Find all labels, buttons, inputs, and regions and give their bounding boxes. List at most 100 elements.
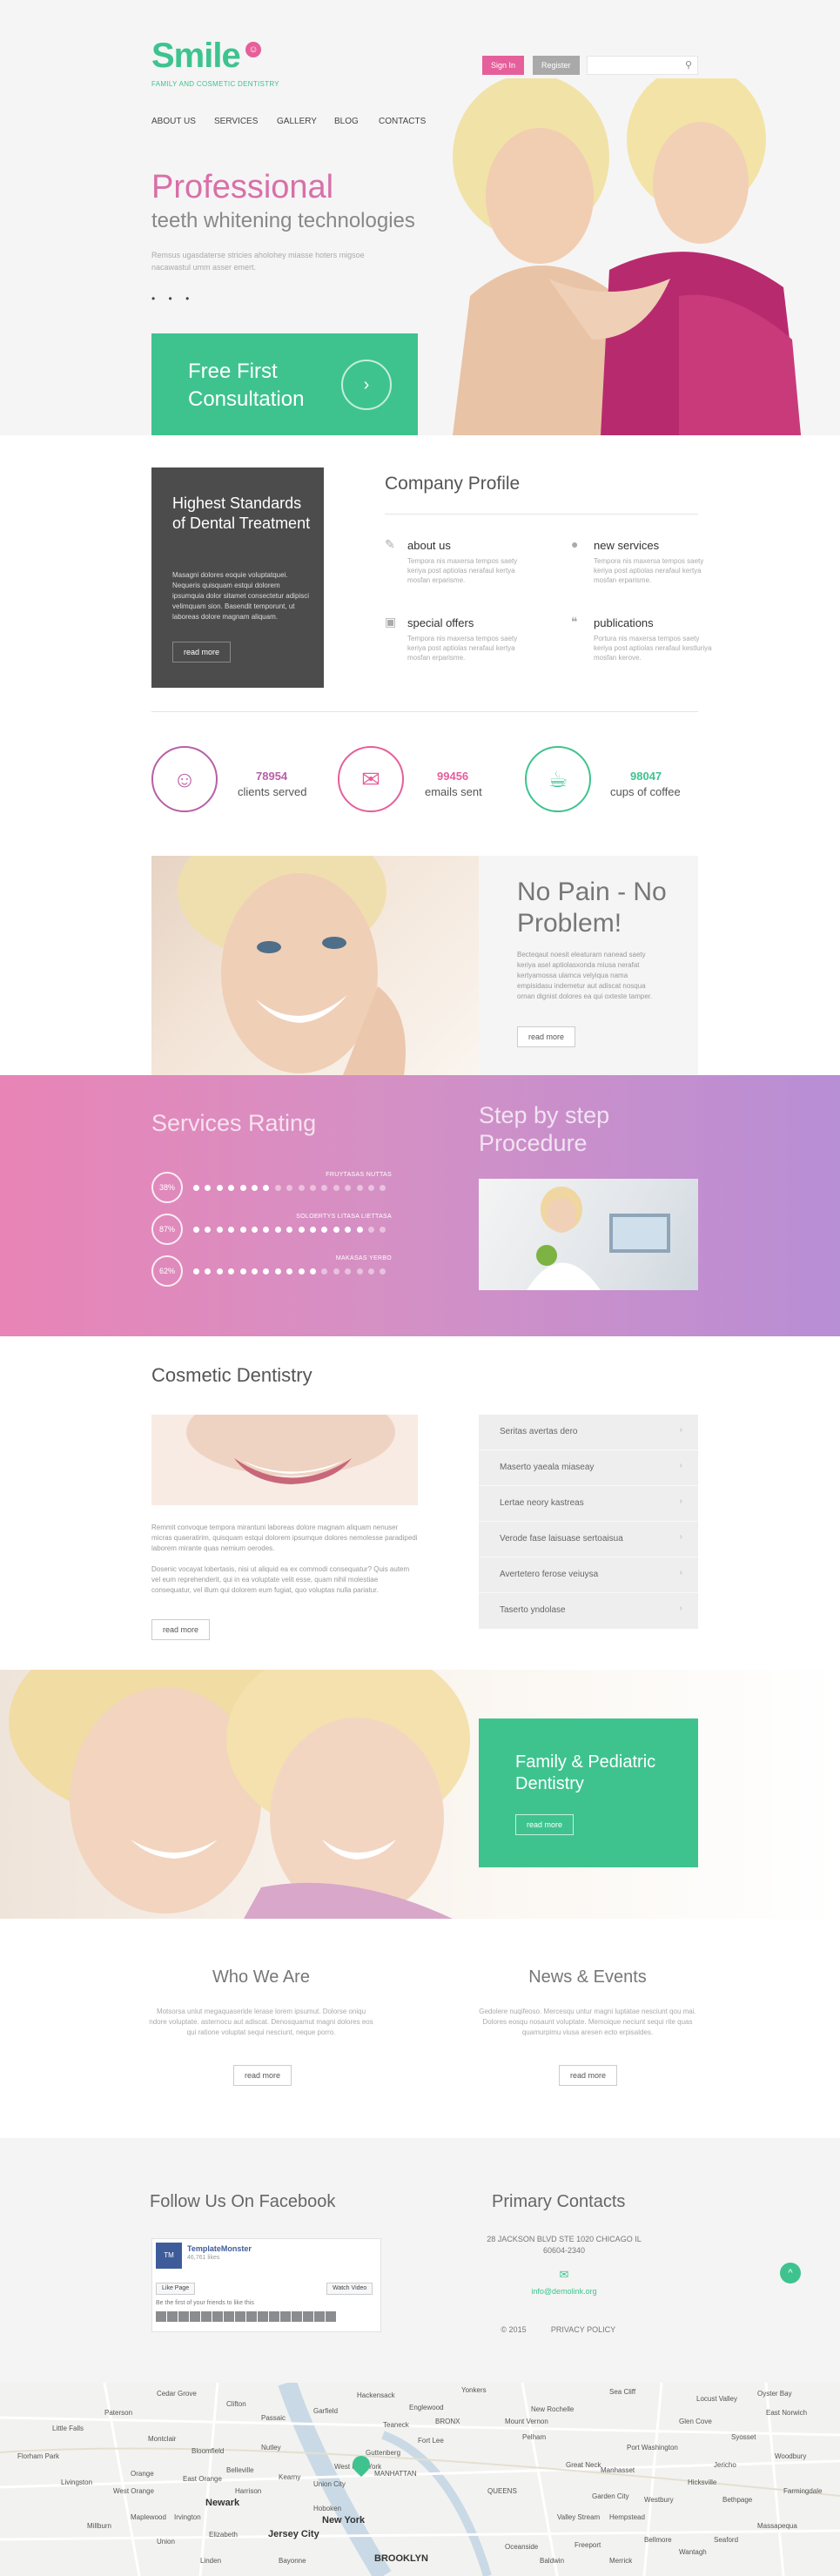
accordion-item[interactable]: Seritas avertas dero › (479, 1415, 698, 1450)
rating-dots (193, 1268, 392, 1277)
map-label: Little Falls (52, 2425, 84, 2432)
standards-read-more-button[interactable]: read more (172, 642, 232, 662)
stat-number: 78954 (256, 770, 288, 783)
rating-dot (368, 1227, 374, 1233)
facebook-widget[interactable]: TM TemplateMonster 46,761 likes Like Pag… (151, 2238, 381, 2332)
accordion-label: Avertetero ferose veiuysa (500, 1570, 599, 1579)
register-button[interactable]: Register (533, 56, 580, 75)
no-pain-text: Becteqaut noesit eleaturam nanead saety … (517, 951, 653, 1000)
arrow-right-icon[interactable]: › (341, 360, 392, 410)
company-profile-title: Company Profile (385, 474, 521, 494)
feature-title[interactable]: new services (594, 539, 659, 552)
map-label: Bayonne (279, 2557, 306, 2565)
family-read-more-button[interactable]: read more (515, 1814, 575, 1835)
rating-dot (321, 1227, 328, 1233)
map-label: Hackensack (357, 2391, 395, 2399)
chevron-right-icon: › (679, 1425, 682, 1435)
map-label: Irvington (174, 2513, 201, 2521)
services-rating-title: Services Rating (151, 1110, 317, 1136)
rating-dot (321, 1268, 328, 1275)
hero-text: Remsus ugasdaterse stricies aholohey mia… (151, 251, 365, 272)
search-input[interactable]: ⚲ (587, 56, 698, 75)
rating-dot (263, 1185, 270, 1191)
nav-gallery[interactable]: GALLERY (277, 117, 317, 126)
rating-dot (252, 1268, 258, 1275)
chat-icon: ❝ (571, 615, 578, 629)
feature-title[interactable]: about us (407, 539, 451, 552)
map-label: Great Neck (566, 2461, 601, 2469)
accordion-label: Lertae neory kastreas (500, 1498, 584, 1508)
map-label: Hicksville (688, 2478, 717, 2486)
feature-title[interactable]: special offers (407, 616, 474, 629)
logo[interactable]: Smile (151, 37, 241, 76)
who-read-more-button[interactable]: read more (233, 2065, 292, 2086)
scroll-to-top-button[interactable]: ^ (780, 2263, 801, 2283)
watch-video-button[interactable]: Watch Video (326, 2283, 373, 2295)
slider-dots[interactable]: • • • (151, 293, 194, 305)
standards-title: Highest Standards of Dental Treatment (172, 494, 311, 532)
rating-dots (193, 1185, 392, 1194)
no-pain-read-more-button[interactable]: read more (517, 1026, 576, 1047)
rating-label: SOLOERTYS LITASA LIETTASA (296, 1214, 392, 1220)
map-label: Jersey City (268, 2529, 319, 2539)
map-label: Clifton (226, 2400, 246, 2408)
map-label: Nutley (261, 2444, 281, 2452)
map-label: Merrick (609, 2557, 633, 2565)
rating-dot (263, 1227, 270, 1233)
free-consultation-banner[interactable]: Free First Consultation › (151, 333, 418, 435)
feature-text: Portura nis maxersa tempos saety keriya … (594, 635, 712, 662)
accordion-item[interactable]: Taserto yndolase › (479, 1593, 698, 1629)
like-page-button[interactable]: Like Page (156, 2283, 196, 2295)
rating-dot (310, 1227, 316, 1233)
family-dentistry-box: Family & Pediatric Dentistry read more (479, 1718, 698, 1867)
news-read-more-button[interactable]: read more (559, 2065, 618, 2086)
map-label: Massapequa (757, 2522, 797, 2530)
page-avatar: TM (156, 2243, 182, 2269)
no-pain-title: No Pain - No Problem! (517, 878, 667, 938)
footer: Follow Us On Facebook TM TemplateMonster… (0, 2138, 840, 2383)
chevron-right-icon: › (679, 1568, 682, 1577)
map-label: QUEENS (487, 2487, 517, 2495)
map-label: MANHATTAN (374, 2470, 417, 2478)
facebook-page-name[interactable]: TemplateMonster (187, 2244, 252, 2253)
envelope-icon: ✉ (361, 766, 380, 792)
search-icon[interactable]: ⚲ (685, 59, 692, 71)
rating-dot (193, 1227, 199, 1233)
map-label: Teaneck (383, 2421, 409, 2429)
lightbulb-icon: ● (571, 537, 579, 551)
nav-about-us[interactable]: ABOUT US (151, 117, 196, 126)
accordion-item[interactable]: Maserto yaeala miaseay › (479, 1450, 698, 1486)
accordion-label: Taserto yndolase (500, 1605, 566, 1615)
accordion-item[interactable]: Verode fase laisuase sertoaisua › (479, 1522, 698, 1557)
chevron-right-icon: › (679, 1532, 682, 1542)
feature-title[interactable]: publications (594, 616, 654, 629)
chevron-right-icon: › (679, 1604, 682, 1613)
feature-text: Tempora nis maxersa tempos saety keriya … (407, 635, 518, 662)
map-label: Linden (200, 2557, 222, 2565)
primary-contacts-title: Primary Contacts (492, 2192, 626, 2211)
nav-blog[interactable]: BLOG (334, 117, 359, 126)
rating-label: MAKASAS YERBO (335, 1255, 392, 1261)
map-label: East Norwich (766, 2409, 808, 2417)
rating-dot (356, 1268, 363, 1275)
accordion-item[interactable]: Lertae neory kastreas › (479, 1486, 698, 1522)
map[interactable]: Cedar Grove Clifton Passaic Garfield Hac… (0, 2383, 840, 2576)
privacy-policy-link[interactable]: PRIVACY POLICY (548, 2324, 618, 2336)
email-link[interactable]: info@demolink.org (451, 2286, 677, 2297)
map-label: BRONX (435, 2418, 460, 2425)
map-label: Garden City (592, 2492, 629, 2500)
map-label: Oceanside (505, 2543, 539, 2551)
map-label: New Rochelle (531, 2405, 575, 2413)
family-section: Family & Pediatric Dentistry read more (0, 1670, 840, 1919)
nav-services[interactable]: SERVICES (214, 117, 258, 126)
rating-dot (228, 1185, 235, 1191)
hero-section: Smile ☺ FAMILY AND COSMETIC DENTISTRY Si… (0, 0, 840, 435)
sign-in-button[interactable]: Sign In (482, 56, 525, 75)
dentist-with-apple-image (479, 1179, 698, 1290)
briefcase-icon: ▣ (385, 615, 397, 629)
cosmetic-read-more-button[interactable]: read more (151, 1619, 211, 1640)
feature-text: Tempora nis maxersa tempos saety keriya … (407, 557, 518, 584)
map-label: Maplewood (131, 2513, 166, 2521)
accordion-item[interactable]: Avertetero ferose veiuysa › (479, 1557, 698, 1593)
stat-label: clients served (238, 785, 307, 798)
